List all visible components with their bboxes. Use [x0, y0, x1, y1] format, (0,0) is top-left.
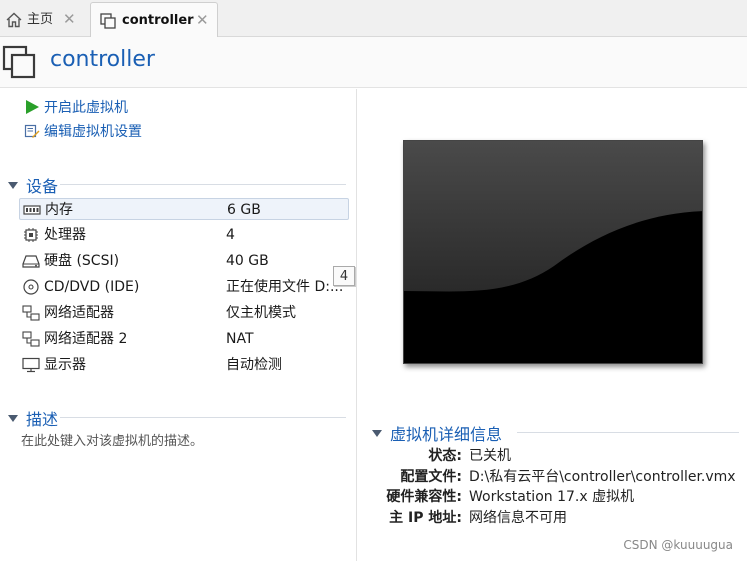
count-badge: 4: [333, 266, 355, 286]
close-icon[interactable]: ✕: [196, 11, 209, 29]
device-name: 内存: [45, 202, 73, 218]
detail-key: 硬件兼容性:: [386, 489, 462, 505]
details-divider: [517, 432, 739, 433]
close-icon[interactable]: ✕: [63, 10, 76, 28]
description-divider: [60, 417, 346, 418]
details-heading: 虚拟机详细信息: [390, 425, 503, 444]
detail-key: 配置文件:: [400, 469, 462, 485]
devices-section-header[interactable]: 设备: [8, 173, 58, 197]
detail-key-status: 状态:: [357, 445, 462, 465]
cd-dvd-icon: [23, 279, 39, 295]
device-value: 自动检测: [226, 357, 282, 373]
device-name: 处理器: [44, 227, 86, 243]
detail-key: 主 IP 地址:: [389, 510, 462, 526]
device-row-processor[interactable]: 处理器 4: [19, 224, 349, 246]
device-value: 6 GB: [227, 202, 261, 218]
detail-value: D:\私有云平台\controller\controller.vmx: [469, 469, 736, 485]
edit-settings-link[interactable]: 编辑虚拟机设置: [24, 121, 142, 141]
collapse-triangle-icon[interactable]: [8, 414, 18, 422]
detail-key: 状态:: [428, 448, 462, 464]
device-row-network-adapter-2[interactable]: 网络适配器 2 NAT: [19, 328, 349, 350]
device-value: 4: [226, 227, 235, 243]
tab-home[interactable]: 主页 ✕: [0, 2, 86, 37]
device-row-network-adapter[interactable]: 网络适配器 仅主机模式: [19, 302, 349, 324]
network-adapter-icon: [22, 331, 40, 347]
devices-divider: [60, 184, 346, 185]
thumbnail-graphic: [404, 141, 702, 363]
detail-key-ip-address: 主 IP 地址:: [357, 507, 462, 527]
details-section-header[interactable]: 虚拟机详细信息: [372, 421, 502, 445]
description-field[interactable]: 在此处键入对该虚拟机的描述。: [21, 430, 203, 449]
description-heading: 描述: [26, 410, 59, 429]
vm-screen-thumbnail[interactable]: [403, 140, 703, 364]
device-row-display[interactable]: 显示器 自动检测: [19, 354, 349, 376]
device-row-cd-dvd[interactable]: CD/DVD (IDE) 正在使用文件 D:...: [19, 276, 349, 298]
detail-key-config-file: 配置文件:: [357, 466, 462, 486]
device-value: NAT: [226, 331, 254, 347]
tab-controller-label: controller: [122, 13, 194, 28]
collapse-triangle-icon[interactable]: [372, 429, 382, 437]
detail-value: 已关机: [469, 448, 511, 464]
tab-controller[interactable]: controller ✕: [90, 2, 218, 37]
device-value: 40 GB: [226, 253, 269, 269]
vm-icon: [100, 13, 116, 29]
edit-settings-label: 编辑虚拟机设置: [44, 124, 142, 140]
memory-icon: [23, 205, 41, 215]
device-row-hard-disk[interactable]: 硬盘 (SCSI) 40 GB: [19, 250, 349, 272]
device-name: 网络适配器 2: [44, 331, 128, 347]
device-name: 硬盘 (SCSI): [44, 253, 120, 269]
vm-icon: [2, 45, 36, 79]
device-value: 正在使用文件 D:...: [226, 279, 344, 295]
device-name: 显示器: [44, 357, 86, 373]
power-on-label: 开启此虚拟机: [44, 100, 128, 116]
network-adapter-icon: [22, 305, 40, 321]
vm-details-pane: 虚拟机详细信息 状态: 已关机 配置文件: D:\私有云平台\controlle…: [357, 89, 747, 561]
home-icon: [6, 12, 22, 28]
display-icon: [22, 357, 40, 373]
tab-home-label: 主页: [27, 12, 54, 27]
edit-settings-icon: [24, 124, 40, 138]
device-value: 仅主机模式: [226, 305, 296, 321]
processor-icon: [24, 228, 38, 242]
hard-disk-icon: [22, 255, 40, 268]
device-row-memory[interactable]: 内存 6 GB: [19, 198, 349, 220]
play-icon: [26, 100, 39, 114]
detail-key-hardware-compat: 硬件兼容性:: [357, 486, 462, 506]
detail-value: Workstation 17.x 虚拟机: [469, 489, 635, 505]
device-name: CD/DVD (IDE): [44, 279, 140, 295]
description-section-header[interactable]: 描述: [8, 406, 58, 430]
tab-bar: 主页 ✕ controller ✕: [0, 0, 747, 37]
detail-value: 网络信息不可用: [469, 510, 567, 526]
page-title: controller: [50, 47, 155, 72]
vm-summary-pane: 开启此虚拟机 编辑虚拟机设置 设备 内存 6 GB 处理器 4 硬盘 (SCSI…: [0, 89, 356, 561]
power-on-link[interactable]: 开启此虚拟机: [24, 97, 128, 117]
device-name: 网络适配器: [44, 305, 114, 321]
watermark: CSDN @kuuuugua: [623, 538, 733, 552]
vm-header: controller: [0, 37, 747, 88]
devices-heading: 设备: [26, 177, 59, 196]
collapse-triangle-icon[interactable]: [8, 181, 18, 189]
